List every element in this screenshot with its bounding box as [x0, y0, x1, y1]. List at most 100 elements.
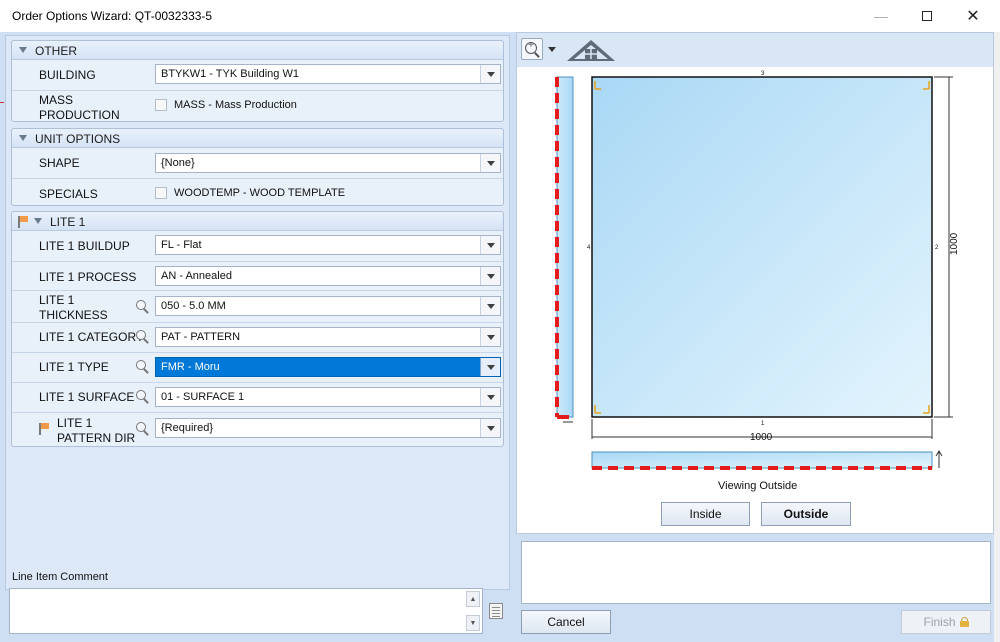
lite1-thickness-label-line2: THICKNESS: [39, 308, 108, 322]
required-flag-icon: [39, 423, 49, 435]
height-dim-label: 1000: [949, 232, 960, 255]
scroll-up-icon[interactable]: ▲: [466, 591, 480, 607]
lite1-buildup-select[interactable]: FL - Flat: [155, 235, 501, 255]
title-bar: Order Options Wizard: QT-0032333-5 — ✕: [0, 0, 1000, 32]
viewing-side-label: Viewing Outside: [718, 480, 798, 492]
lock-icon: [959, 617, 969, 627]
specials-label: SPECIALS: [39, 187, 98, 201]
row-mass-production: MASS PRODUCTION MASS - Mass Production: [12, 90, 503, 123]
outside-button[interactable]: Outside: [761, 502, 851, 526]
lite1-surface-select[interactable]: 01 - SURFACE 1: [155, 387, 501, 407]
section-unit-options: UNIT OPTIONS SHAPE {None} SPECIALS WOODT…: [11, 128, 504, 206]
building-value: BTYKW1 - TYK Building W1: [161, 68, 299, 80]
section-lite1: LITE 1 LITE 1 BUILDUP FL - Flat LITE 1 P…: [11, 211, 504, 447]
chevron-down-icon[interactable]: [480, 419, 500, 437]
window-title: Order Options Wizard: QT-0032333-5: [12, 9, 213, 23]
line-item-comment-input[interactable]: ▲ ▼: [9, 588, 483, 634]
collapse-arrow-icon[interactable]: [19, 135, 27, 141]
inside-button[interactable]: Inside: [661, 502, 750, 526]
row-lite1-pattern-dir: LITE 1 PATTERN DIR {Required}: [12, 412, 503, 448]
section-title-lite1: LITE 1: [50, 215, 86, 229]
lite1-buildup-label: LITE 1 BUILDUP: [39, 239, 130, 253]
glass-lite: [591, 76, 933, 418]
mass-label-line2: PRODUCTION: [39, 108, 120, 122]
section-title-other: OTHER: [35, 44, 77, 58]
top-marker: 3: [761, 71, 765, 77]
search-icon[interactable]: [136, 422, 150, 436]
lite1-type-select[interactable]: FMR - Moru: [155, 357, 501, 377]
lite1-buildup-value: FL - Flat: [161, 239, 202, 251]
collapse-arrow-icon[interactable]: [19, 47, 27, 53]
section-header-unit-options[interactable]: UNIT OPTIONS: [12, 129, 503, 148]
mass-production-check-label[interactable]: MASS - Mass Production: [174, 99, 297, 111]
lite1-process-label: LITE 1 PROCESS: [39, 270, 137, 284]
search-icon[interactable]: [136, 390, 150, 404]
row-lite1-process: LITE 1 PROCESS AN - Annealed: [12, 261, 503, 290]
chevron-down-icon[interactable]: [480, 65, 500, 83]
edge-mark: [0, 102, 4, 103]
row-specials: SPECIALS WOODTEMP - WOOD TEMPLATE: [12, 178, 503, 207]
row-lite1-type: LITE 1 TYPE FMR - Moru: [12, 352, 503, 382]
lite1-category-select[interactable]: PAT - PATTERN: [155, 327, 501, 347]
message-area: [521, 541, 991, 604]
shape-value: {None}: [161, 157, 195, 169]
preview-pane: 4 3 1 2 1000 1000: [516, 32, 994, 534]
row-lite1-thickness: LITE 1 THICKNESS 050 - 5.0 MM: [12, 290, 503, 322]
chevron-down-icon[interactable]: [480, 358, 500, 376]
lite1-pattern-dir-label-line2: PATTERN DIR: [57, 431, 136, 445]
row-lite1-surface: LITE 1 SURFACE 01 - SURFACE 1: [12, 382, 503, 412]
lite1-process-select[interactable]: AN - Annealed: [155, 266, 501, 286]
lite1-type-value: FMR - Moru: [161, 361, 220, 373]
collapse-arrow-icon[interactable]: [34, 218, 42, 224]
building-select[interactable]: BTYKW1 - TYK Building W1: [155, 64, 501, 84]
mass-label-line1: MASS: [39, 93, 74, 107]
specials-checkbox[interactable]: [155, 187, 167, 199]
lite1-thickness-select[interactable]: 050 - 5.0 MM: [155, 296, 501, 316]
finish-button-label: Finish: [923, 615, 956, 629]
close-icon[interactable]: ✕: [950, 0, 996, 32]
lite1-surface-value: 01 - SURFACE 1: [161, 391, 245, 403]
left-marker: 4: [587, 245, 591, 251]
lite1-surface-label: LITE 1 SURFACE: [39, 390, 135, 404]
search-icon[interactable]: [136, 330, 150, 344]
lite1-thickness-value: 050 - 5.0 MM: [161, 300, 226, 312]
row-shape: SHAPE {None}: [12, 148, 503, 178]
search-icon[interactable]: [136, 300, 150, 314]
lite1-category-value: PAT - PATTERN: [161, 331, 241, 343]
notes-icon[interactable]: [489, 603, 503, 619]
cancel-button[interactable]: Cancel: [521, 610, 611, 634]
maximize-icon[interactable]: [904, 0, 950, 32]
section-header-other[interactable]: OTHER: [12, 41, 503, 60]
lite1-process-value: AN - Annealed: [161, 270, 232, 282]
preview-toolbar: [517, 33, 993, 67]
width-dim-label: 1000: [750, 432, 773, 443]
mass-production-checkbox[interactable]: [155, 99, 167, 111]
required-flag-icon: [18, 216, 28, 228]
finish-button[interactable]: Finish: [901, 610, 991, 634]
shape-select[interactable]: {None}: [155, 153, 501, 173]
scroll-down-icon[interactable]: ▼: [466, 615, 480, 631]
minimize-icon[interactable]: —: [858, 0, 904, 32]
lite1-pattern-dir-select[interactable]: {Required}: [155, 418, 501, 438]
section-header-lite1[interactable]: LITE 1: [12, 212, 503, 231]
bottom-profile: [591, 451, 933, 469]
chevron-down-icon[interactable]: [480, 297, 500, 315]
zoom-in-icon[interactable]: [521, 38, 543, 60]
row-lite1-buildup: LITE 1 BUILDUP FL - Flat: [12, 231, 503, 261]
lite1-pattern-dir-label-line1: LITE 1: [57, 416, 93, 430]
chevron-down-icon[interactable]: [480, 154, 500, 172]
chevron-down-icon[interactable]: [480, 328, 500, 346]
search-icon[interactable]: [136, 360, 150, 374]
house-view-icon[interactable]: [565, 37, 617, 63]
lite1-category-label: LITE 1 CATEGORY: [39, 330, 144, 344]
chevron-down-icon[interactable]: [548, 47, 556, 52]
chevron-down-icon[interactable]: [480, 267, 500, 285]
lite1-type-label: LITE 1 TYPE: [39, 360, 109, 374]
chevron-down-icon[interactable]: [480, 236, 500, 254]
lite1-pattern-dir-value: {Required}: [161, 422, 213, 434]
chevron-down-icon[interactable]: [480, 388, 500, 406]
specials-check-label[interactable]: WOODTEMP - WOOD TEMPLATE: [174, 187, 345, 199]
side-profile: [556, 76, 574, 418]
scrollbar[interactable]: [994, 32, 1000, 642]
building-label: BUILDING: [39, 68, 96, 82]
